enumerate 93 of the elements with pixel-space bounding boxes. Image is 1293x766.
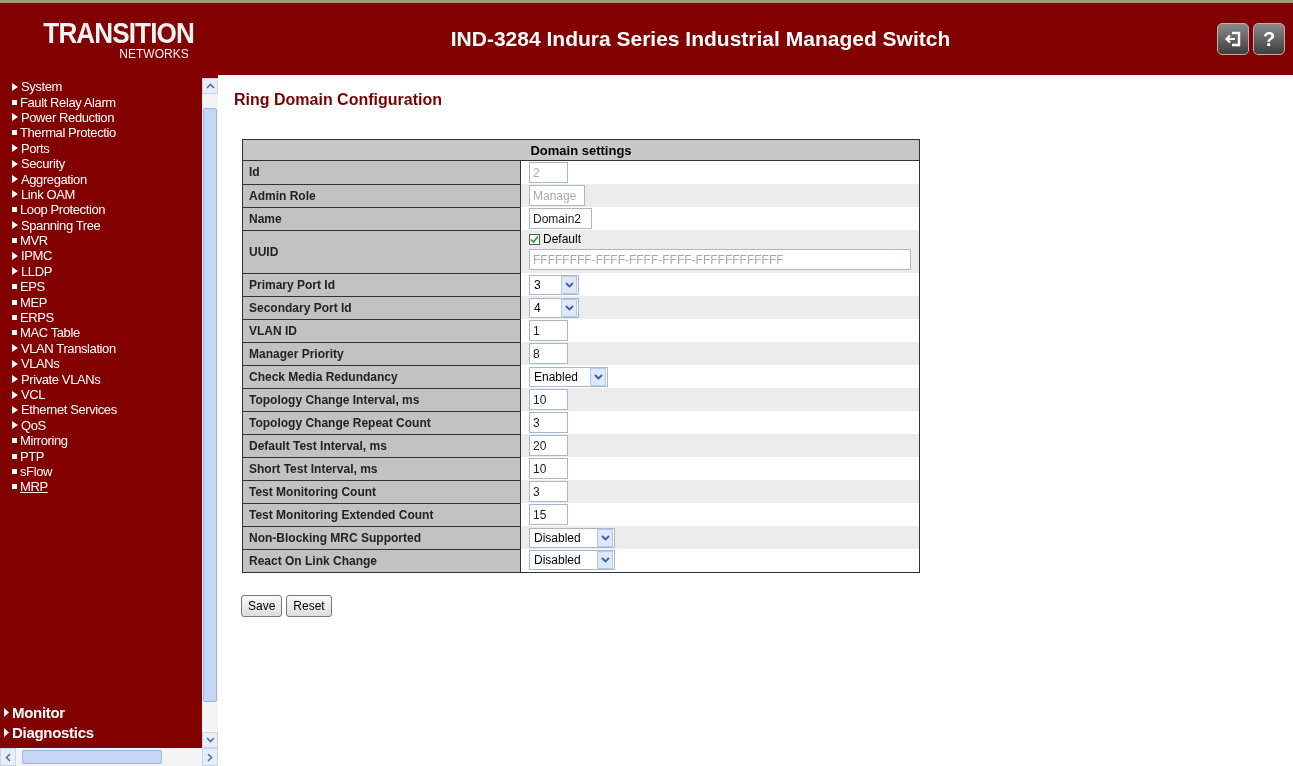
bullet-icon	[12, 315, 17, 321]
field-label: Non-Blocking MRC Supported	[242, 526, 521, 549]
input-field[interactable]: 20	[529, 435, 568, 456]
bullet-icon	[12, 207, 17, 213]
bullet-icon	[12, 438, 17, 444]
logout-icon	[1224, 30, 1242, 48]
nav-link[interactable]: Spanning Tree	[21, 217, 101, 233]
field-label: Id	[242, 160, 521, 184]
field-label: Topology Change Repeat Count	[242, 411, 521, 434]
input-field[interactable]: 1	[529, 320, 568, 341]
nav-link[interactable]: VCL	[21, 387, 46, 402]
field-label: Manager Priority	[242, 342, 521, 365]
checkbox-label: Default	[543, 232, 582, 246]
table-heading: Domain settings	[242, 139, 920, 161]
nav-link[interactable]: PTP	[20, 448, 45, 464]
nav-link[interactable]: Mirroring	[20, 433, 68, 449]
field-label: Secondary Port Id	[242, 296, 521, 319]
nav-link[interactable]: MVR	[20, 233, 48, 249]
field-label: Primary Port Id	[242, 273, 521, 296]
field-label: Default Test Interval, ms	[242, 434, 521, 457]
input-field[interactable]: Domain2	[529, 208, 592, 229]
nav-link[interactable]: Security	[21, 156, 65, 172]
nav-link[interactable]: sFlow	[20, 463, 52, 479]
page-title: Ring Domain Configuration	[234, 91, 443, 109]
scroll-thumb[interactable]	[22, 750, 162, 764]
input-field[interactable]: 10	[529, 389, 568, 410]
scroll-right-button[interactable]	[202, 748, 218, 766]
scroll-thumb[interactable]	[203, 108, 217, 702]
dropdown[interactable]: Disabled	[529, 527, 615, 548]
nav-link[interactable]: Thermal Protectio	[20, 125, 116, 141]
nav-link[interactable]: Aggregation	[21, 171, 87, 187]
bullet-icon	[12, 330, 17, 336]
nav-link[interactable]: System	[21, 79, 62, 95]
nav-link[interactable]: Private VLANs	[21, 371, 101, 387]
bullet-icon	[12, 130, 17, 136]
field-label: Test Monitoring Extended Count	[242, 503, 521, 526]
dropdown[interactable]: 4	[529, 297, 579, 318]
nav-section-link[interactable]: Monitor	[12, 703, 65, 721]
nav-link[interactable]: Loop Protection	[20, 202, 106, 218]
nav-link[interactable]: Ethernet Services	[21, 402, 117, 418]
field-label: VLAN ID	[242, 319, 521, 342]
scroll-up-button[interactable]	[202, 78, 218, 94]
bullet-icon	[12, 453, 17, 459]
bullet-icon	[12, 468, 17, 474]
logo: TRANSITION NETWORKS	[42, 17, 196, 61]
dropdown[interactable]: 3	[529, 274, 579, 295]
nav-link[interactable]: IPMC	[21, 248, 52, 264]
nav-link[interactable]: MEP	[20, 294, 47, 310]
dropdown[interactable]: Enabled	[529, 366, 608, 387]
save-button[interactable]: Save	[241, 594, 283, 617]
input-field[interactable]: 3	[529, 412, 568, 433]
nav-link[interactable]: Ports	[21, 140, 50, 156]
field-label: React On Link Change	[242, 549, 521, 572]
bullet-icon	[12, 238, 17, 244]
field-label: Name	[242, 207, 521, 230]
scroll-left-button[interactable]	[0, 748, 16, 766]
arrow-icon	[12, 113, 18, 122]
nav-link[interactable]: ERPS	[20, 310, 54, 326]
nav-link[interactable]: MRP	[20, 479, 48, 495]
arrow-icon	[12, 82, 18, 91]
bullet-icon	[12, 299, 17, 305]
input-field[interactable]: 3	[529, 481, 568, 502]
vertical-scrollbar[interactable]	[202, 78, 218, 748]
input-field[interactable]: 8	[529, 343, 568, 364]
arrow-icon	[12, 221, 18, 230]
field-label: Short Test Interval, ms	[242, 457, 521, 480]
input-field[interactable]: 10	[529, 458, 568, 479]
nav-section-link[interactable]: Diagnostics	[12, 723, 94, 741]
dropdown[interactable]: Disabled	[529, 550, 615, 571]
bullet-icon	[12, 284, 17, 290]
nav-link[interactable]: EPS	[20, 279, 45, 295]
nav-link[interactable]: QoS	[21, 417, 46, 433]
nav-link[interactable]: Fault Relay Alarm	[20, 94, 116, 110]
horizontal-scrollbar[interactable]	[0, 748, 218, 766]
nav-link[interactable]: Link OAM	[21, 186, 75, 202]
field-label: Topology Change Interval, ms	[242, 388, 521, 411]
field-label: Test Monitoring Count	[242, 480, 521, 503]
scroll-down-button[interactable]	[202, 732, 218, 748]
field-label: Check Media Redundancy	[242, 365, 521, 388]
input-field[interactable]: 15	[529, 504, 568, 525]
field-label: Admin Role	[242, 184, 521, 207]
bullet-icon	[12, 484, 17, 490]
reset-button[interactable]: Reset	[286, 594, 332, 617]
app-title: IND-3284 Indura Series Industrial Managed Switch	[449, 27, 952, 51]
field-label: UUID	[242, 230, 521, 273]
nav-link[interactable]: VLANs	[21, 356, 60, 372]
nav-link[interactable]: MAC Table	[20, 325, 80, 341]
bullet-icon	[12, 99, 17, 105]
nav-link[interactable]: Power Reduction	[21, 109, 114, 125]
logout-button[interactable]	[1217, 23, 1249, 55]
nav-link[interactable]: VLAN Translation	[21, 340, 116, 356]
nav-link[interactable]: LLDP	[21, 263, 52, 279]
help-button[interactable]: ?	[1253, 23, 1285, 55]
